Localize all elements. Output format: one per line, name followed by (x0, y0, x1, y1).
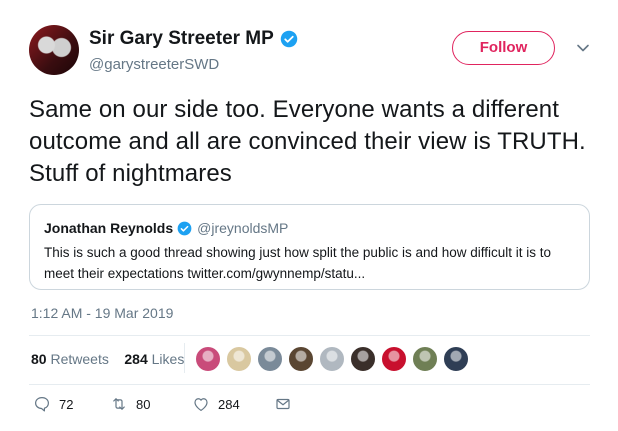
liker-avatar-4[interactable] (288, 346, 314, 372)
quoted-author-name: Jonathan Reynolds (44, 220, 174, 236)
author-handle[interactable]: @garystreeterSWD (89, 56, 219, 73)
quoted-tweet-card[interactable]: Jonathan Reynolds @jreynoldsMP This is s… (29, 204, 590, 290)
author-avatar[interactable] (29, 25, 79, 75)
quoted-tweet-header: Jonathan Reynolds @jreynoldsMP (44, 220, 288, 236)
tweet-stats: 80 Retweets 284 Likes (31, 351, 184, 367)
retweet-button[interactable]: 80 (110, 395, 192, 413)
stats-separator (184, 343, 185, 373)
likes-label: Likes (151, 351, 185, 367)
retweets-count: 80 (31, 351, 47, 367)
retweets-label: Retweets (50, 351, 109, 367)
liker-avatar-3[interactable] (257, 346, 283, 372)
likes-count: 284 (124, 351, 148, 367)
verified-badge-icon (177, 221, 192, 235)
message-button[interactable] (274, 395, 292, 413)
liker-avatar-7[interactable] (381, 346, 407, 372)
reply-button[interactable]: 72 (33, 395, 110, 413)
reply-icon (35, 397, 49, 412)
verified-badge-icon (280, 30, 298, 48)
liker-avatars (195, 346, 474, 372)
author-name-row[interactable]: Sir Gary Streeter MP (89, 28, 298, 50)
envelope-icon (276, 398, 290, 410)
liker-avatar-8[interactable] (412, 346, 438, 372)
liker-avatar-9[interactable] (443, 346, 469, 372)
retweets-stat[interactable]: 80 Retweets (31, 351, 109, 367)
liker-avatar-6[interactable] (350, 346, 376, 372)
follow-button[interactable]: Follow (452, 31, 555, 65)
retweet-icon (113, 398, 125, 410)
divider (29, 335, 590, 336)
liker-avatar-5[interactable] (319, 346, 345, 372)
divider (29, 384, 590, 385)
tweet-actions: 72 80 284 (33, 395, 292, 413)
tweet-text: Same on our side too. Everyone wants a d… (29, 96, 586, 187)
author-name[interactable]: Sir Gary Streeter MP (89, 28, 274, 50)
heart-icon (194, 398, 208, 411)
likes-stat[interactable]: 284 Likes (124, 351, 184, 367)
liker-avatar-1[interactable] (195, 346, 221, 372)
quoted-tweet-text: This is such a good thread showing just … (44, 245, 552, 281)
liker-avatar-2[interactable] (226, 346, 252, 372)
reply-count: 72 (59, 396, 74, 412)
like-button[interactable]: 284 (192, 395, 274, 413)
tweet-timestamp[interactable]: 1:12 AM - 19 Mar 2019 (31, 305, 173, 321)
like-count: 284 (218, 396, 240, 412)
chevron-down-icon[interactable] (576, 41, 590, 55)
retweet-count: 80 (136, 396, 151, 412)
quoted-author-handle: @jreynoldsMP (197, 220, 289, 236)
